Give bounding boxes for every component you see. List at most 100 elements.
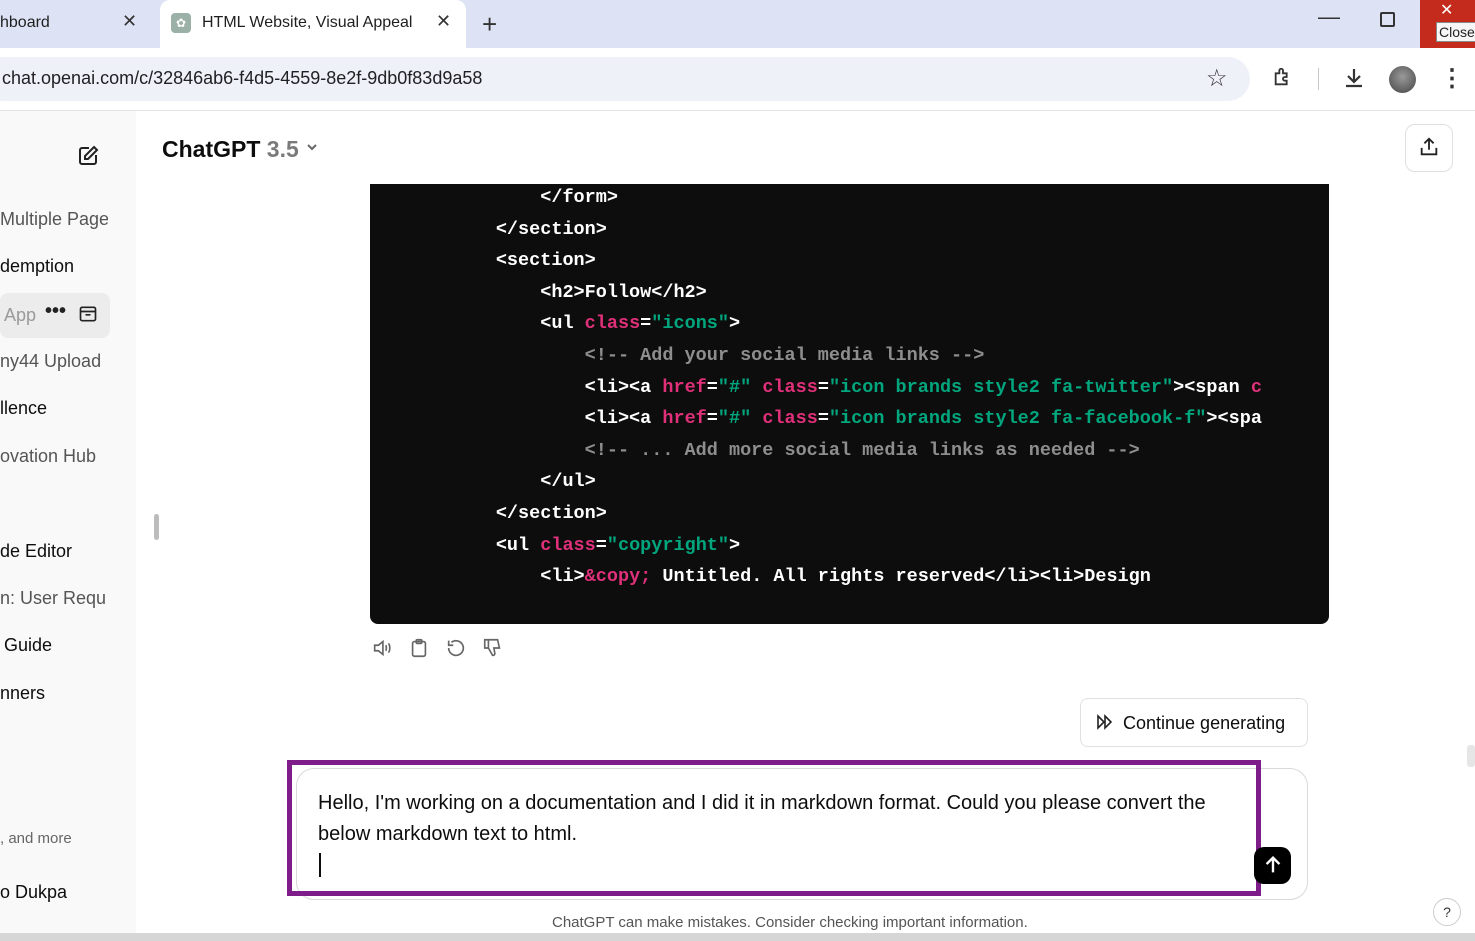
code-line: <!-- Add your social media links --> <box>407 345 985 366</box>
continue-generating-label: Continue generating <box>1123 713 1286 733</box>
code-token: <li><a <box>584 376 663 398</box>
fast-forward-icon <box>1097 714 1113 730</box>
more-options-icon[interactable]: ••• <box>45 300 66 323</box>
sidebar-history-item[interactable]: llence <box>0 398 108 419</box>
tab-label: HTML Website, Visual Appeal <box>202 14 413 31</box>
code-token: &copy; <box>584 566 652 588</box>
code-line: <ul class="copyright"> <box>407 535 740 556</box>
extensions-icon[interactable] <box>1272 66 1294 88</box>
code-token: </section> <box>495 218 607 240</box>
code-line: <li>&copy; Untitled. All rights reserved… <box>407 566 1151 587</box>
sidebar-history-item[interactable]: nners <box>0 683 108 704</box>
model-version: 3.5 <box>266 136 299 162</box>
code-line: <h2>Follow</h2> <box>407 282 707 303</box>
code-token: </ul> <box>540 471 596 493</box>
code-token: = <box>817 376 829 398</box>
code-token: </section> <box>495 503 607 524</box>
code-token: <li><a <box>584 408 663 430</box>
tab-dashboard[interactable]: hboard ✕ <box>0 0 150 48</box>
sidebar <box>0 111 136 933</box>
new-chat-icon[interactable] <box>76 144 100 168</box>
chevron-down-icon[interactable] <box>305 140 319 154</box>
page-scrollbar[interactable] <box>1467 745 1475 767</box>
toolbar-divider <box>1318 68 1319 90</box>
sidebar-history-item[interactable]: de Editor <box>0 541 108 562</box>
send-button[interactable] <box>1254 847 1291 884</box>
disclaimer-note: ChatGPT can make mistakes. Consider chec… <box>552 914 1028 931</box>
user-name[interactable]: o Dukpa <box>0 882 67 903</box>
code-token: class <box>584 313 641 335</box>
code-token: class <box>540 534 596 556</box>
sidebar-history-label: App <box>4 305 37 325</box>
code-token: "#" <box>717 408 752 430</box>
code-token: <li> <box>540 566 585 588</box>
code-token: </form> <box>540 187 618 208</box>
code-token: "icon brands style2 fa-twitter" <box>828 376 1174 398</box>
code-token: <ul <box>495 534 541 556</box>
code-line: <li><a href="#" class="icon brands style… <box>407 377 1262 398</box>
code-token: = <box>706 408 718 430</box>
address-url[interactable]: chat.openai.com/c/32846ab6-f4d5-4559-8e2… <box>2 68 482 89</box>
tab-label: hboard <box>0 14 50 31</box>
code-token: "#" <box>717 376 752 398</box>
code-token: <section> <box>495 250 596 272</box>
bookmark-star-icon[interactable]: ☆ <box>1206 64 1228 93</box>
sidebar-history-item[interactable]: ovation Hub <box>0 446 108 467</box>
code-token: "icon brands style2 fa-facebook-f" <box>828 408 1207 430</box>
chatgpt-favicon-icon: ✿ <box>171 13 191 33</box>
code-token: <!-- ... Add more social media links as … <box>584 439 1140 461</box>
code-token: = <box>817 408 829 430</box>
sidebar-history-item[interactable]: ny44 Upload <box>0 351 108 372</box>
restore-icon[interactable] <box>1380 12 1395 27</box>
code-token: "icons" <box>651 313 729 335</box>
profile-avatar[interactable] <box>1389 66 1416 93</box>
code-token: c <box>1250 376 1262 398</box>
regenerate-icon[interactable] <box>445 637 467 659</box>
share-icon <box>1420 137 1438 156</box>
code-line: </section> <box>407 219 607 240</box>
code-block: </form> </section> <section> <h2>Follow<… <box>370 184 1329 624</box>
code-line: </section> <box>407 503 607 524</box>
code-token: class <box>762 408 818 430</box>
model-name: ChatGPT <box>162 136 261 162</box>
sidebar-history-item[interactable]: Multiple Pages <box>0 209 108 230</box>
copy-icon[interactable] <box>408 637 430 659</box>
tab-active[interactable]: ✿ HTML Website, Visual Appeal ✕ <box>160 0 466 48</box>
code-line: <section> <box>407 250 596 271</box>
arrow-up-icon <box>1265 855 1281 873</box>
archive-icon[interactable] <box>78 304 98 324</box>
code-token: href <box>662 376 707 398</box>
new-tab-icon[interactable]: + <box>482 9 497 40</box>
code-token: > <box>729 534 741 556</box>
browser-menu-icon[interactable]: ⋮ <box>1440 64 1464 93</box>
code-line: <li><a href="#" class="icon brands style… <box>407 408 1262 429</box>
code-line: <!-- ... Add more social media links as … <box>407 440 1140 461</box>
thumbs-down-icon[interactable] <box>482 637 504 659</box>
code-token: ><spa <box>1206 408 1262 430</box>
code-token: href <box>662 408 707 430</box>
sidebar-history-item[interactable]: Guide <box>4 635 112 656</box>
code-line: <ul class="icons"> <box>407 313 740 334</box>
code-token: > <box>729 313 741 335</box>
sidebar-history-item[interactable]: demption <box>0 256 108 277</box>
code-token: = <box>706 376 718 398</box>
code-token: "copyright" <box>606 534 729 556</box>
code-token: = <box>640 313 652 335</box>
read-aloud-icon[interactable] <box>371 637 393 659</box>
minimize-icon[interactable]: — <box>1318 4 1340 30</box>
download-icon[interactable] <box>1342 66 1366 90</box>
code-token: ><span <box>1173 376 1251 398</box>
share-button[interactable] <box>1405 124 1453 172</box>
bottom-edge <box>0 933 1475 941</box>
help-button[interactable]: ? <box>1433 898 1461 926</box>
tab-close-icon[interactable]: ✕ <box>122 11 137 32</box>
upgrade-plan-text[interactable]: , and more <box>0 830 72 847</box>
continue-generating-button[interactable]: Continue generating <box>1080 698 1308 747</box>
sidebar-history-item[interactable]: n: User Requ <box>0 588 108 609</box>
tab-close-icon[interactable]: ✕ <box>436 11 451 32</box>
sidebar-toggle-handle[interactable] <box>154 514 159 540</box>
close-icon: ✕ <box>1440 2 1454 19</box>
code-line: </ul> <box>407 471 596 492</box>
model-selector[interactable]: ChatGPT 3.5 <box>162 136 299 163</box>
